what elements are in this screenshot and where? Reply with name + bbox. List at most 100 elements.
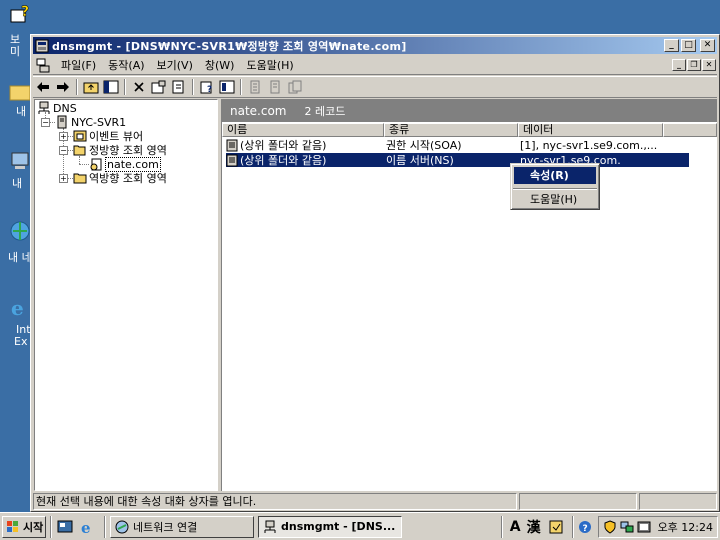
tree-item-server[interactable]: NYC-SVR1 xyxy=(55,115,126,129)
menu-help[interactable]: 도움말(H) xyxy=(240,57,299,73)
delete-icon[interactable] xyxy=(129,78,149,96)
ime-tools-icon[interactable] xyxy=(548,519,564,535)
svg-text:?: ? xyxy=(582,524,587,534)
status-text: 현재 선택 내용에 대한 속성 대화 상자를 엽니다. xyxy=(33,493,517,510)
expand-reverse-zone-toggle[interactable]: + xyxy=(59,174,68,183)
tree-item-forward-zone[interactable]: 정방향 조회 영역 xyxy=(73,143,167,157)
server-icon xyxy=(57,115,67,129)
row-name: (상위 폴더와 같음) xyxy=(240,139,327,152)
refresh-icon[interactable] xyxy=(169,78,189,96)
record-icon[interactable] xyxy=(245,78,265,96)
record-icon-2[interactable] xyxy=(265,78,285,96)
console-icon[interactable] xyxy=(217,78,237,96)
show-desktop-icon[interactable] xyxy=(56,518,74,536)
folder-icon xyxy=(73,173,87,184)
table-row[interactable]: (상위 폴더와 같음) 권한 시작(SOA) [1], nyc-svr1.se9… xyxy=(226,138,689,152)
taskbar-dnsmgmt[interactable]: dnsmgmt - [DNS... xyxy=(258,515,402,538)
tree-item-reverse-zone[interactable]: 역방향 조회 영역 xyxy=(73,171,167,185)
menu-bar: 파일(F) 동작(A) 보기(V) 창(W) 도움말(H) _ ❐ ✕ xyxy=(33,55,717,75)
record-icon-3[interactable] xyxy=(285,78,305,96)
forward-icon[interactable] xyxy=(53,78,73,96)
svg-text:e: e xyxy=(81,519,91,535)
start-button[interactable]: 시작 xyxy=(2,515,46,538)
records-header-title: nate.com xyxy=(230,104,287,118)
up-folder-icon[interactable] xyxy=(81,78,101,96)
ime-alpha-toggle[interactable]: A xyxy=(510,519,521,535)
row-type: 권한 시작(SOA) xyxy=(386,139,462,152)
tree-item-event-viewer[interactable]: 이벤트 뷰어 xyxy=(73,129,143,143)
desktop-ie-icon[interactable]: e xyxy=(8,296,32,321)
minimize-button[interactable]: _ xyxy=(664,39,679,52)
row-data: [1], nyc-svr1.se9.com.,... xyxy=(520,138,658,152)
close-button[interactable]: ✕ xyxy=(700,39,715,52)
menu-window[interactable]: 창(W) xyxy=(199,57,241,73)
console-window-icon[interactable] xyxy=(35,57,51,73)
records-count: 2 레코드 xyxy=(304,105,346,118)
network-tray-icon[interactable] xyxy=(620,520,634,534)
network-connections-icon xyxy=(115,520,129,533)
expand-event-viewer-toggle[interactable]: + xyxy=(59,132,68,141)
column-header-name[interactable]: 이름 xyxy=(222,123,384,137)
properties-icon[interactable] xyxy=(149,78,169,96)
start-label: 시작 xyxy=(23,520,44,534)
tree-label-reverse-zone: 역방향 조회 영역 xyxy=(89,172,167,185)
tree-pane[interactable]: DNS − NYC-SVR1 + 이벤트 뷰어 − 정방향 조회 영역 nate… xyxy=(34,99,218,491)
security-shield-icon[interactable] xyxy=(603,519,617,534)
taskbar: 시작 e 네트워크 연결 dnsmgmt - [DNS... A 漢 ? 오후 … xyxy=(0,512,720,540)
table-row-selected[interactable]: (상위 폴더와 같음) 이름 서버(NS) nyc-svr1.se9.com. xyxy=(226,153,689,167)
zone-icon xyxy=(90,158,102,171)
desktop-help-icon[interactable]: ? xyxy=(8,2,32,27)
export-icon[interactable]: ? xyxy=(197,78,217,96)
record-soa-icon xyxy=(226,139,238,151)
mdi-minimize-button[interactable]: _ xyxy=(672,58,686,71)
context-menu-separator xyxy=(513,188,597,190)
record-ns-icon xyxy=(226,154,238,166)
title-bar[interactable]: dnsmgmt - [DNS₩NYC-SVR1₩정방향 조회 영역₩nate.c… xyxy=(33,37,717,54)
desktop-network-icon[interactable] xyxy=(8,220,32,245)
column-header-data[interactable]: 데이터 xyxy=(518,123,663,137)
desktop-folder-icon[interactable] xyxy=(8,80,32,105)
open-folder-icon xyxy=(73,145,86,156)
dnsmgmt-window: dnsmgmt - [DNS₩NYC-SVR1₩정방향 조회 영역₩nate.c… xyxy=(30,34,720,512)
taskbar-network-connections[interactable]: 네트워크 연결 xyxy=(110,515,254,538)
context-menu-properties[interactable]: 속성(R) xyxy=(514,167,596,184)
svg-text:?: ? xyxy=(21,4,29,20)
window-title: dnsmgmt - [DNS₩NYC-SVR1₩정방향 조회 영역₩nate.c… xyxy=(52,39,407,53)
menu-action[interactable]: 동작(A) xyxy=(102,57,150,73)
tree-item-dns[interactable]: DNS xyxy=(37,101,77,115)
status-panel-2 xyxy=(519,493,637,510)
mdi-restore-button[interactable]: ❐ xyxy=(687,58,701,71)
maximize-button[interactable]: □ xyxy=(681,39,696,52)
dns-app-icon xyxy=(35,39,49,52)
desktop-computer-icon[interactable] xyxy=(8,150,32,175)
dnsmgmt-task-icon xyxy=(264,520,276,533)
back-icon[interactable] xyxy=(33,78,53,96)
records-pane[interactable]: nate.com 2 레코드 이름 종류 데이터 (상위 폴더와 같음) 권한 … xyxy=(221,99,717,491)
clock[interactable]: 오후 12:24 xyxy=(658,519,713,535)
column-headers: 이름 종류 데이터 xyxy=(222,123,717,137)
desktop-label-2: 미 xyxy=(10,45,21,58)
taskbar-dnsmgmt-label: dnsmgmt - [DNS... xyxy=(281,520,396,533)
row-name: (상위 폴더와 같음) xyxy=(240,154,327,167)
expand-server-toggle[interactable]: − xyxy=(41,118,50,127)
context-menu-help[interactable]: 도움말(H) xyxy=(514,191,596,208)
svg-text:?: ? xyxy=(207,85,212,94)
show-hide-tree-icon[interactable] xyxy=(101,78,121,96)
ime-hanja-toggle[interactable]: 漢 xyxy=(527,517,541,537)
taskbar-network-label: 네트워크 연결 xyxy=(133,520,198,534)
ime-bar: A 漢 ? xyxy=(497,515,598,538)
menu-view[interactable]: 보기(V) xyxy=(151,57,199,73)
windows-logo-icon xyxy=(7,520,18,532)
tree-item-zone-nate[interactable]: nate.com xyxy=(89,156,161,172)
context-menu: 속성(R) 도움말(H) xyxy=(510,163,600,210)
menu-file[interactable]: 파일(F) xyxy=(55,57,102,73)
row-type: 이름 서버(NS) xyxy=(386,154,454,167)
system-tray: 오후 12:24 xyxy=(597,515,718,538)
ie-quicklaunch-icon[interactable]: e xyxy=(78,518,96,536)
ime-help-icon[interactable]: ? xyxy=(578,520,592,534)
expand-forward-zone-toggle[interactable]: − xyxy=(59,146,68,155)
mdi-close-button[interactable]: ✕ xyxy=(702,58,716,71)
status-panel-3 xyxy=(639,493,717,510)
column-header-type[interactable]: 종류 xyxy=(384,123,518,137)
console-tray-icon[interactable] xyxy=(637,520,651,534)
